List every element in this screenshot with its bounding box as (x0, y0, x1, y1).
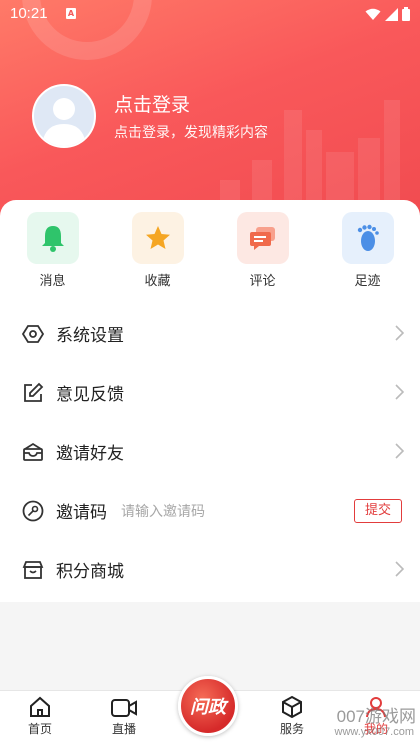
sim-badge: A (66, 8, 76, 19)
bell-tile (26, 212, 79, 264)
status-bar: 10:21 A (0, 0, 420, 30)
decor-building (252, 160, 272, 200)
footprint-tile (341, 212, 394, 264)
battery-icon (402, 7, 410, 21)
decor-building (220, 180, 240, 200)
quick-footprints[interactable]: 足迹 (315, 212, 420, 292)
menu-label: 邀请好友 (56, 444, 124, 464)
chevron-right-icon (395, 561, 404, 577)
quick-label: 消息 (39, 274, 66, 289)
quick-favorites[interactable]: 收藏 (105, 212, 210, 292)
inbox-icon (22, 441, 44, 463)
key-icon (22, 500, 44, 522)
menu-label: 系统设置 (56, 326, 124, 346)
video-camera-icon (111, 699, 137, 717)
store-icon (22, 559, 44, 581)
watermark-text: 007游戏网 (336, 707, 416, 726)
decor-building (326, 152, 354, 200)
settings-menu: 系统设置 意见反馈 邀请好友 邀请码 请输入邀请码 提交 积分商城 (0, 304, 420, 599)
status-icons (365, 7, 410, 21)
box-icon (282, 695, 302, 719)
avatar[interactable] (32, 84, 96, 148)
quick-messages[interactable]: 消息 (0, 212, 105, 292)
tab-services[interactable]: 服务 (262, 693, 322, 737)
menu-system-settings[interactable]: 系统设置 (0, 304, 420, 363)
star-tile (131, 212, 184, 264)
edit-icon (22, 382, 44, 404)
login-title[interactable]: 点击登录 (114, 90, 190, 117)
ask-gov-button[interactable]: 问政 (178, 676, 238, 736)
tab-label: 服务 (279, 722, 304, 736)
bell-icon (41, 226, 64, 252)
home-icon (30, 696, 50, 717)
tab-live[interactable]: 直播 (94, 693, 154, 737)
tab-label: 首页 (27, 722, 52, 736)
star-icon (145, 226, 170, 249)
chevron-right-icon (395, 325, 404, 341)
status-time: 10:21 (10, 5, 48, 22)
quick-actions: 消息 收藏 评论 足迹 (0, 212, 420, 292)
chevron-right-icon (395, 443, 404, 459)
menu-label: 积分商城 (56, 562, 124, 582)
menu-invite-friends[interactable]: 邀请好友 (0, 422, 420, 481)
quick-label: 收藏 (144, 274, 171, 289)
wifi-icon (365, 8, 381, 20)
signal-icon (385, 7, 398, 21)
tab-label: 直播 (111, 722, 136, 736)
watermark-url: www.yx007.com (334, 726, 414, 738)
quick-label: 评论 (249, 274, 276, 289)
menu-invite-code: 邀请码 请输入邀请码 提交 (0, 481, 420, 540)
menu-label: 意见反馈 (56, 385, 124, 405)
menu-label: 邀请码 (56, 503, 107, 523)
menu-points-mall[interactable]: 积分商城 (0, 540, 420, 599)
footprint-icon (357, 224, 379, 251)
comment-icon (249, 227, 275, 250)
comment-tile (236, 212, 289, 264)
hexagon-gear-icon (22, 323, 44, 345)
submit-invite-button[interactable]: 提交 (354, 499, 402, 523)
login-subtitle: 点击登录，发现精彩内容 (114, 125, 268, 141)
tab-home[interactable]: 首页 (10, 693, 70, 737)
login-prompt[interactable]: 点击登录 点击登录，发现精彩内容 (32, 84, 392, 154)
menu-feedback[interactable]: 意见反馈 (0, 363, 420, 422)
quick-label: 足迹 (354, 274, 381, 289)
chevron-right-icon (395, 384, 404, 400)
invite-code-input[interactable]: 请输入邀请码 (121, 501, 205, 521)
quick-comments[interactable]: 评论 (210, 212, 315, 292)
user-placeholder-icon (42, 98, 86, 146)
content-card: 消息 收藏 评论 足迹 系统设置 意见反馈 邀请好友 邀请码 请输入邀请码 提交… (0, 200, 420, 602)
